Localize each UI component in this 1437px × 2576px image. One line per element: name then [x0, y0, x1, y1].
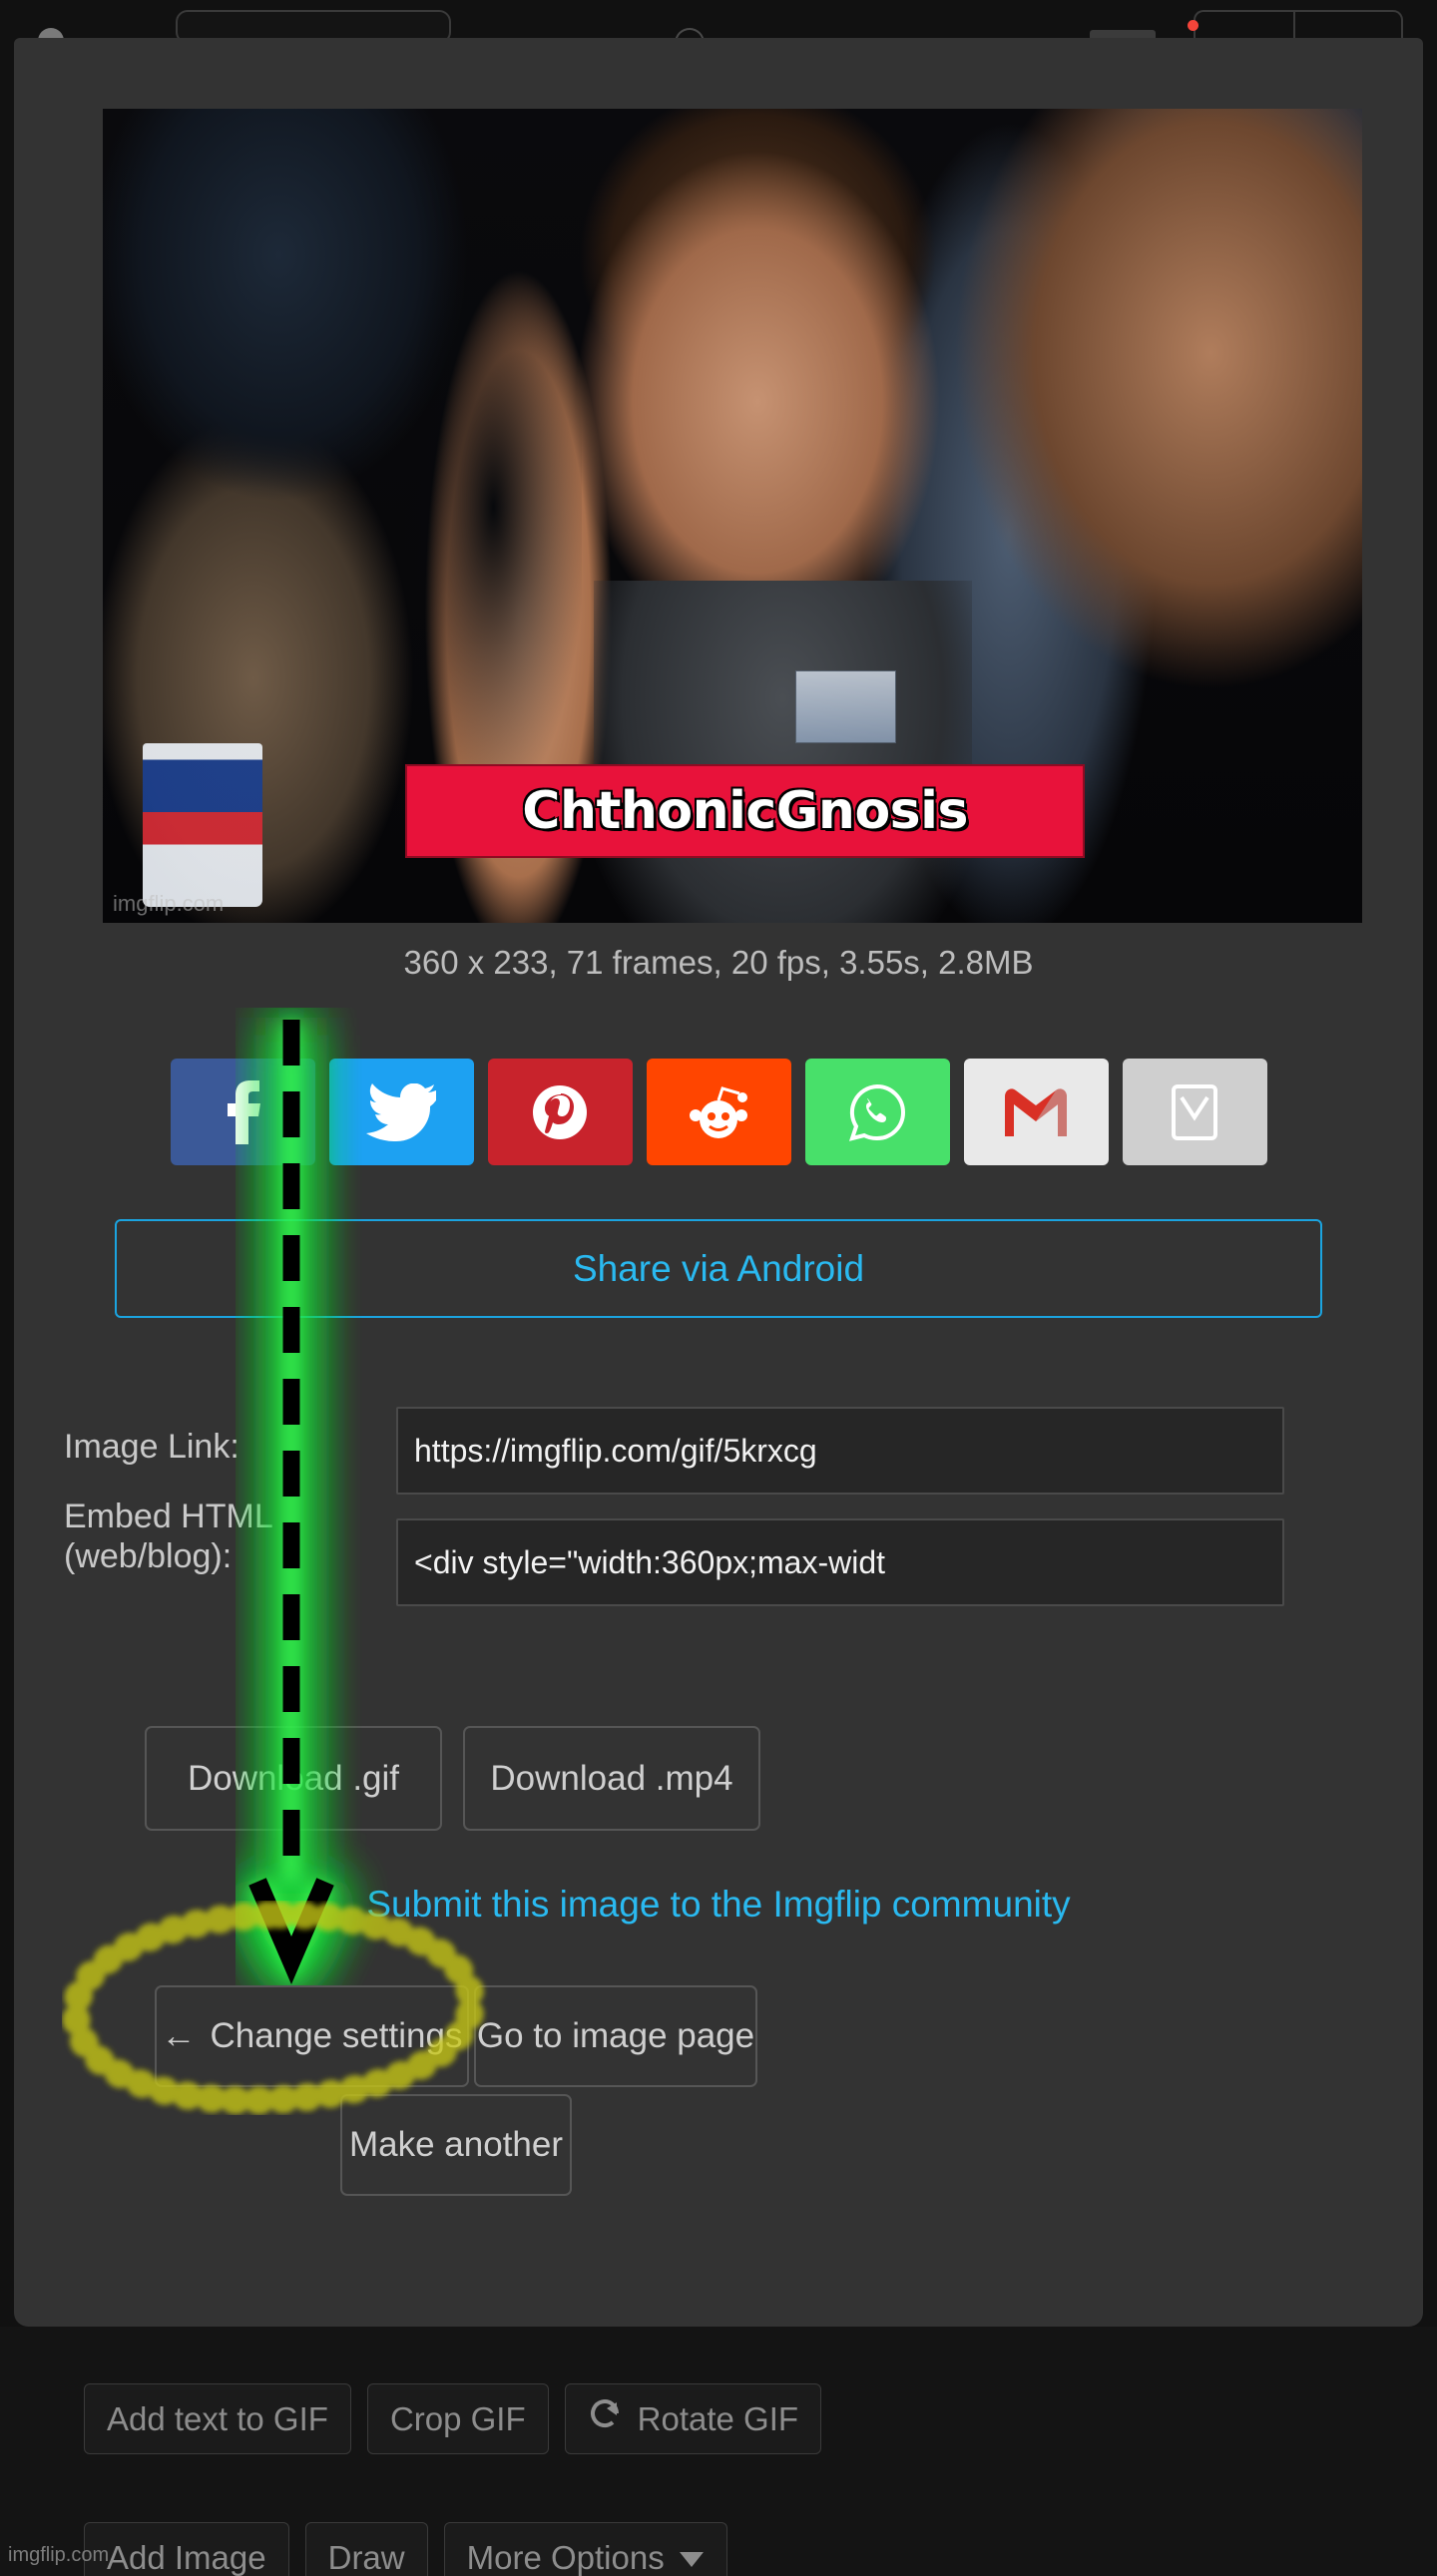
notification-badge-icon	[1188, 20, 1198, 31]
download-gif-button[interactable]: Download .gif	[145, 1726, 442, 1831]
back-arrow-icon: ←	[161, 2016, 197, 2055]
submit-to-community-label: Submit this image to the Imgflip communi…	[366, 1884, 1071, 1925]
share-facebook-button[interactable]	[170, 1059, 315, 1165]
image-link-label: Image Link:	[64, 1428, 240, 1466]
embed-html-label-line2: (web/blog):	[64, 1537, 233, 1576]
crop-gif-button[interactable]: Crop GIF	[366, 2383, 549, 2454]
download-gif-label: Download .gif	[187, 1758, 400, 1798]
go-to-image-page-label: Go to image page	[476, 2016, 755, 2055]
gif-metadata: 360 x 233, 71 frames, 20 fps, 3.55s, 2.8…	[403, 944, 1034, 981]
embed-html-input[interactable]: <div style="width:360px;max-widt	[396, 1518, 1284, 1606]
share-twitter-button[interactable]	[328, 1059, 474, 1165]
gif-detail-torso	[594, 581, 972, 923]
image-link-input[interactable]: https://imgflip.com/gif/5krxcg	[396, 1407, 1284, 1495]
gif-preview[interactable]: ChthonicGnosis imgflip.com	[103, 109, 1362, 923]
download-mp4-button[interactable]: Download .mp4	[463, 1726, 760, 1831]
share-email-button[interactable]	[1122, 1059, 1267, 1165]
twitter-icon	[366, 1082, 436, 1141]
social-share-row	[14, 1059, 1423, 1165]
crop-gif-label: Crop GIF	[389, 2399, 526, 2437]
more-options-label: More Options	[466, 2538, 665, 2576]
gif-tools-row-1: Add text to GIF Crop GIF Rotate GIF	[84, 2383, 822, 2454]
image-link-value: https://imgflip.com/gif/5krxcg	[414, 1432, 817, 1469]
add-image-label: Add Image	[107, 2538, 266, 2576]
gif-detail-cup	[143, 743, 263, 907]
gif-caption: ChthonicGnosis	[404, 763, 1086, 858]
make-another-button[interactable]: Make another	[340, 2094, 572, 2196]
embed-html-label: Embed HTML (web/blog):	[64, 1497, 273, 1576]
pinterest-icon	[531, 1083, 589, 1141]
chevron-down-icon	[679, 2539, 705, 2576]
gif-detail-badge	[795, 670, 897, 744]
gif-caption-text: ChthonicGnosis	[522, 780, 968, 841]
result-panel: ChthonicGnosis imgflip.com 360 x 233, 71…	[14, 38, 1423, 2327]
change-settings-button[interactable]: ← Change settings	[155, 1985, 469, 2087]
share-reddit-button[interactable]	[646, 1059, 791, 1165]
change-settings-label: Change settings	[210, 2016, 463, 2055]
go-to-image-page-button[interactable]: Go to image page	[474, 1985, 757, 2087]
embed-html-label-line1: Embed HTML	[64, 1498, 273, 1535]
draw-label: Draw	[327, 2538, 405, 2576]
gif-watermark: imgflip.com	[113, 891, 225, 916]
mail-icon	[1171, 1083, 1218, 1141]
rotate-gif-label: Rotate GIF	[637, 2399, 799, 2437]
embed-html-value: <div style="width:360px;max-widt	[414, 1543, 886, 1580]
gif-detail-shadow	[404, 222, 582, 793]
embed-html-row: Embed HTML (web/blog):	[64, 1497, 273, 1576]
browser-chrome	[0, 0, 1437, 58]
draw-button[interactable]: Draw	[304, 2522, 428, 2576]
image-link-row: Image Link:	[64, 1427, 240, 1467]
more-options-button[interactable]: More Options	[443, 2522, 727, 2576]
add-text-to-gif-button[interactable]: Add text to GIF	[84, 2383, 351, 2454]
gif-tools-toolbar: Add text to GIF Crop GIF Rotate GIF Add …	[0, 2327, 1437, 2576]
gif-tools-row-2: Add Image Draw More Options	[84, 2522, 727, 2576]
submit-to-community-link[interactable]: Submit this image to the Imgflip communi…	[14, 1884, 1423, 1926]
rotate-gif-button[interactable]: Rotate GIF	[564, 2383, 822, 2454]
download-mp4-label: Download .mp4	[490, 1758, 733, 1798]
screen: ChthonicGnosis imgflip.com 360 x 233, 71…	[0, 0, 1437, 2576]
share-via-android-button[interactable]: Share via Android	[115, 1219, 1322, 1318]
page-watermark: imgflip.com	[8, 2544, 110, 2566]
add-image-button[interactable]: Add Image	[84, 2522, 289, 2576]
facebook-icon	[220, 1079, 265, 1144]
add-text-to-gif-label: Add text to GIF	[107, 2399, 328, 2437]
rotate-icon	[588, 2397, 624, 2441]
share-whatsapp-button[interactable]	[804, 1059, 950, 1165]
gmail-icon	[1005, 1087, 1067, 1136]
whatsapp-icon	[847, 1082, 907, 1142]
make-another-label: Make another	[348, 2125, 564, 2164]
share-pinterest-button[interactable]	[487, 1059, 633, 1165]
share-gmail-button[interactable]	[963, 1059, 1109, 1165]
share-via-android-label: Share via Android	[572, 1247, 865, 1289]
reddit-icon	[688, 1083, 749, 1141]
